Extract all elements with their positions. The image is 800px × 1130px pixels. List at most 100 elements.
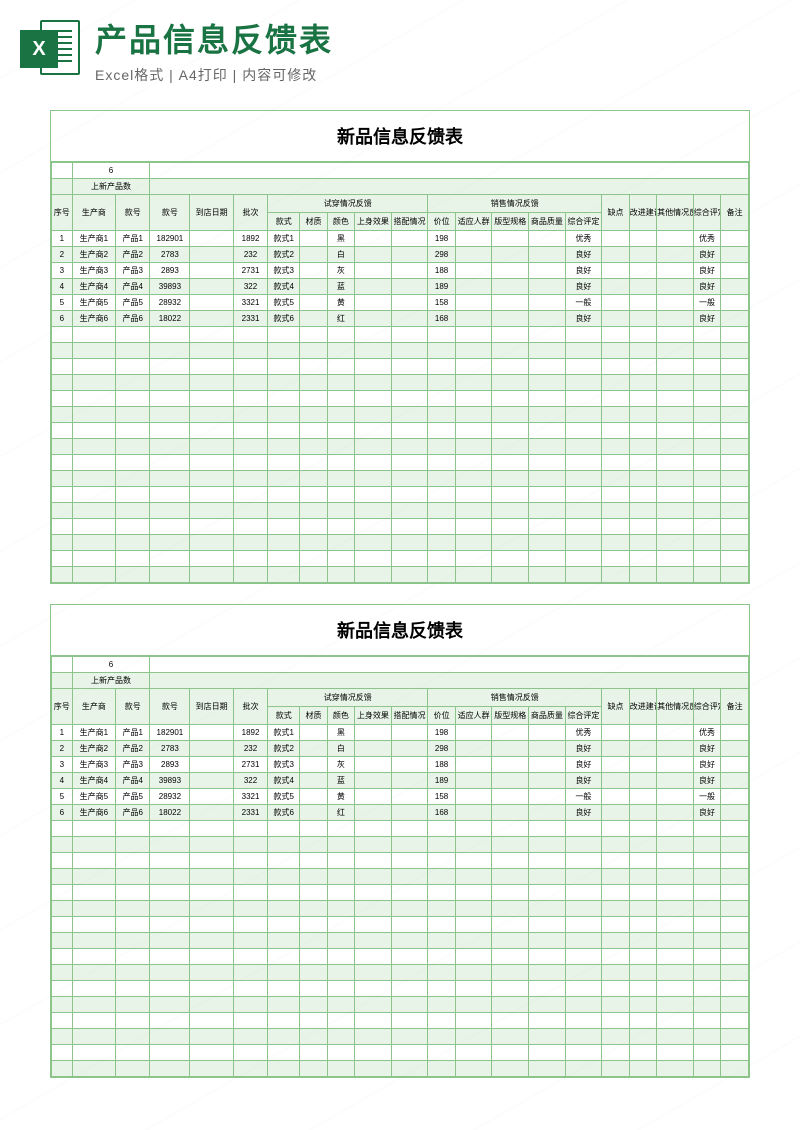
cell-match: [391, 311, 428, 327]
th-suggest: 改进建议: [629, 689, 656, 725]
cell-material: [300, 757, 327, 773]
cell-batch: 3321: [233, 789, 267, 805]
cell-other: [657, 757, 694, 773]
th-note: 备注: [721, 195, 749, 231]
cell-style: 款式4: [268, 279, 300, 295]
cell-short: [602, 757, 629, 773]
th-comp: 综合评定: [693, 195, 720, 231]
cell-effect: [355, 247, 392, 263]
cell-effect: [355, 741, 392, 757]
cell-batch: 2331: [233, 805, 267, 821]
cell-date: [190, 311, 233, 327]
cell-price: 189: [428, 279, 455, 295]
table-row: 1生产商1产品11829011892款式1黑198优秀优秀: [52, 231, 749, 247]
th-eval: 综合评定: [565, 213, 602, 231]
cell-spec: [492, 279, 529, 295]
cell-quality: [529, 805, 566, 821]
cell-supplier: 生产商4: [72, 773, 115, 789]
cell-match: [391, 773, 428, 789]
cell-short: [602, 725, 629, 741]
cell-quality: [529, 263, 566, 279]
cell-eval: 一般: [565, 789, 602, 805]
table-row-empty: [52, 359, 749, 375]
th-group-tryon: 试穿情况反馈: [268, 195, 428, 213]
cell-style: 款式1: [268, 725, 300, 741]
cell-num: 2893: [150, 757, 190, 773]
cell-comp: 一般: [693, 789, 720, 805]
cell-num: 2893: [150, 263, 190, 279]
cell-comp: 良好: [693, 757, 720, 773]
cell-effect: [355, 757, 392, 773]
table-row-empty: [52, 551, 749, 567]
cell-other: [657, 247, 694, 263]
cell-date: [190, 231, 233, 247]
th-crowd: 适应人群: [455, 213, 492, 231]
table-row-empty: [52, 439, 749, 455]
cell-suggest: [629, 295, 656, 311]
table-row-empty: [52, 965, 749, 981]
cell-match: [391, 725, 428, 741]
cell-effect: [355, 805, 392, 821]
cell-batch: 2331: [233, 311, 267, 327]
cell-material: [300, 773, 327, 789]
table-row-empty: [52, 375, 749, 391]
cell-effect: [355, 279, 392, 295]
table-row: 5生产商5产品5289323321款式5黄158一般一般: [52, 295, 749, 311]
cell-num: 28932: [150, 295, 190, 311]
cell-date: [190, 789, 233, 805]
cell-note: [721, 805, 749, 821]
cell-comp: 良好: [693, 247, 720, 263]
table-row-empty: [52, 901, 749, 917]
cell-seq: 6: [52, 805, 73, 821]
cell-seq: 5: [52, 295, 73, 311]
th-num: 款号: [150, 689, 190, 725]
cell-num: 39893: [150, 279, 190, 295]
cell-color: 蓝: [327, 773, 354, 789]
table-row-empty: [52, 853, 749, 869]
th-date: 到店日期: [190, 689, 233, 725]
sheet-title: 新品信息反馈表: [51, 605, 749, 656]
cell-supplier: 生产商6: [72, 805, 115, 821]
cell-style: 款式3: [268, 757, 300, 773]
cell-seq: 4: [52, 773, 73, 789]
cell-num: 18022: [150, 805, 190, 821]
cell-num: 182901: [150, 725, 190, 741]
cell-comp: 良好: [693, 805, 720, 821]
cell-color: 白: [327, 247, 354, 263]
table-row-empty: [52, 1045, 749, 1061]
cell-batch: 232: [233, 741, 267, 757]
th-batch: 批次: [233, 689, 267, 725]
cell-quality: [529, 789, 566, 805]
cell-match: [391, 757, 428, 773]
cell-crowd: [455, 741, 492, 757]
cell-other: [657, 725, 694, 741]
cell-code: 产品3: [116, 757, 150, 773]
cell-suggest: [629, 773, 656, 789]
cell-supplier: 生产商3: [72, 263, 115, 279]
cell-spec: [492, 263, 529, 279]
cell-price: 189: [428, 773, 455, 789]
cell-code: 产品4: [116, 773, 150, 789]
cell-supplier: 生产商6: [72, 311, 115, 327]
cell-date: [190, 295, 233, 311]
cell-crowd: [455, 773, 492, 789]
cell-price: 158: [428, 789, 455, 805]
table-row-empty: [52, 567, 749, 583]
cell-supplier: 生产商5: [72, 789, 115, 805]
cell-short: [602, 805, 629, 821]
cell-supplier: 生产商5: [72, 295, 115, 311]
cell-short: [602, 311, 629, 327]
preview-area: 新品信息反馈表6上新产品数序号生产商款号款号到店日期批次试穿情况反馈销售情况反馈…: [0, 100, 800, 1108]
table-row-empty: [52, 327, 749, 343]
th-spec: 版型规格: [492, 707, 529, 725]
cell-date: [190, 757, 233, 773]
cell-quality: [529, 247, 566, 263]
cell-suggest: [629, 789, 656, 805]
cell-num: 28932: [150, 789, 190, 805]
cell-comp: 良好: [693, 311, 720, 327]
cell-style: 款式6: [268, 311, 300, 327]
cell-price: 198: [428, 725, 455, 741]
cell-crowd: [455, 295, 492, 311]
cell-code: 产品2: [116, 247, 150, 263]
cell-short: [602, 247, 629, 263]
